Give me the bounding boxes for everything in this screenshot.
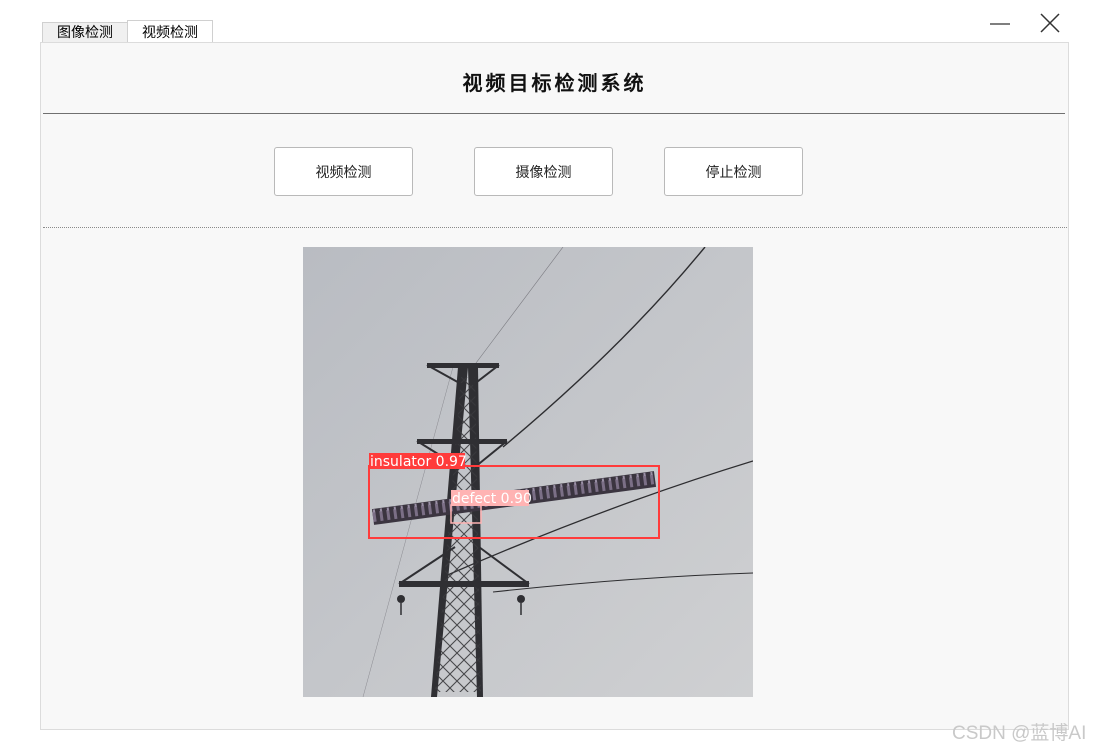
sky-background xyxy=(303,247,753,697)
app-window: 图像检测 视频检测 视频目标检测系统 视频检测 摄像检测 停止检测 insula… xyxy=(0,0,1101,749)
video-display: insulator 0.97 defect 0.90 xyxy=(303,247,753,697)
controls-divider xyxy=(43,227,1067,228)
watermark: CSDN @蓝博AI xyxy=(952,723,1087,744)
close-icon[interactable] xyxy=(1034,8,1064,38)
title-divider xyxy=(43,113,1065,114)
detection-label-defect: defect 0.90 xyxy=(452,491,532,507)
detection-label-insulator: insulator 0.97 xyxy=(370,454,467,470)
stop-detect-button[interactable]: 停止检测 xyxy=(664,147,803,196)
main-panel: 视频目标检测系统 视频检测 摄像检测 停止检测 insulator 0.97 d… xyxy=(40,42,1069,730)
page-title: 视频目标检测系统 xyxy=(462,71,647,95)
tab-image-detection[interactable]: 图像检测 xyxy=(42,22,128,43)
detection-frame: insulator 0.97 defect 0.90 xyxy=(303,247,753,697)
tab-video-detection[interactable]: 视频检测 xyxy=(127,20,213,43)
video-detect-button[interactable]: 视频检测 xyxy=(274,147,413,196)
minimize-icon[interactable] xyxy=(986,8,1016,38)
tab-bar: 图像检测 视频检测 xyxy=(42,20,213,43)
camera-detect-button[interactable]: 摄像检测 xyxy=(474,147,613,196)
